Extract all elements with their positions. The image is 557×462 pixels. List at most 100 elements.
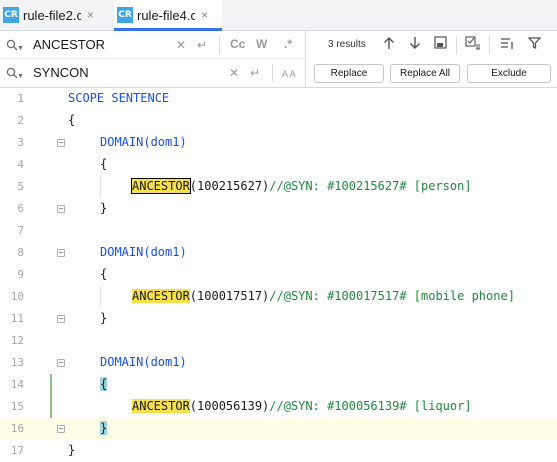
tab-rule-file4[interactable]: CR rule-file4.cr × — [114, 0, 222, 31]
code-editor[interactable]: 1 SCOPE SENTENCE 2 { 3 DOMAIN(dom1) 4 { … — [0, 88, 557, 461]
replace-history-icon[interactable]: ▼ — [6, 65, 24, 81]
line-code: { — [100, 157, 108, 171]
line-number: 14 — [10, 378, 24, 391]
code-line[interactable]: 10 ANCESTOR(100017517)//@SYN: #100017517… — [0, 286, 557, 308]
filter-options-icon[interactable] — [500, 36, 514, 53]
line-code: { — [100, 377, 108, 391]
code-args: (100056139) — [189, 399, 270, 413]
clear-icon[interactable]: ✕ — [229, 65, 239, 81]
close-icon[interactable]: × — [87, 8, 94, 22]
code-line[interactable]: 7 — [0, 220, 557, 242]
replace-all-button[interactable]: Replace All — [390, 64, 460, 83]
code-comment: //@SYN: #100056139# [liquor] — [269, 399, 472, 413]
code-line[interactable]: 5 ANCESTOR(100215627)//@SYN: #100215627#… — [0, 176, 557, 198]
matched-brace: { — [100, 377, 108, 391]
search-match: ANCESTOR — [131, 178, 191, 194]
divider — [489, 36, 490, 54]
clear-icon[interactable]: ✕ — [176, 37, 186, 53]
close-icon[interactable]: × — [201, 8, 208, 22]
line-number: 13 — [10, 356, 24, 369]
search-history-icon[interactable]: ▼ — [6, 37, 24, 53]
line-code: } — [100, 311, 108, 325]
line-code: DOMAIN(dom1) — [100, 135, 187, 149]
line-number: 1 — [17, 92, 24, 105]
divider — [456, 36, 457, 54]
previous-occurrence-icon[interactable] — [383, 36, 395, 53]
matched-brace: } — [100, 421, 108, 435]
code-line[interactable]: 6 } — [0, 198, 557, 220]
tab-label: rule-file2.cr — [23, 7, 81, 23]
editor-tab-bar: CR rule-file2.cr × CR rule-file4.cr × — [0, 0, 557, 31]
select-all-occurrences-icon[interactable] — [434, 36, 447, 52]
regex-option[interactable]: .* — [284, 36, 292, 52]
line-number: 7 — [17, 224, 24, 237]
results-count: 3 results — [328, 39, 366, 50]
line-number: 4 — [17, 158, 24, 171]
cr-file-icon: CR — [117, 7, 133, 23]
code-line[interactable]: 12 — [0, 330, 557, 352]
fold-icon[interactable] — [56, 138, 65, 147]
new-line-icon[interactable]: ↵ — [197, 37, 207, 53]
search-match: ANCESTOR — [132, 399, 190, 413]
fold-icon[interactable] — [56, 248, 65, 257]
line-number: 2 — [17, 114, 24, 127]
match-case-option[interactable]: Cc — [230, 36, 245, 52]
line-code: DOMAIN(dom1) — [100, 245, 187, 259]
code-comment: //@SYN: #100215627# [person] — [269, 179, 472, 193]
line-number: 6 — [17, 202, 24, 215]
line-code: ANCESTOR(100056139)//@SYN: #100056139# [… — [132, 399, 472, 413]
fold-icon[interactable] — [56, 204, 65, 213]
line-code: ANCESTOR(100017517)//@SYN: #100017517# [… — [132, 289, 515, 303]
preserve-case-option[interactable]: A A — [282, 66, 296, 82]
search-match: ANCESTOR — [132, 289, 190, 303]
filter-search-icon[interactable] — [465, 36, 483, 53]
line-number: 5 — [17, 180, 24, 193]
divider — [219, 36, 220, 54]
code-args: (100215627) — [189, 179, 270, 193]
cr-file-icon: CR — [3, 7, 19, 23]
exclude-button[interactable]: Exclude — [467, 64, 551, 83]
line-code: ANCESTOR(100215627)//@SYN: #100215627# [… — [131, 178, 472, 194]
line-number: 17 — [10, 444, 24, 457]
code-line[interactable]: 9 { — [0, 264, 557, 286]
line-number: 9 — [17, 268, 24, 281]
code-line[interactable]: 4 { — [0, 154, 557, 176]
filter-icon[interactable] — [527, 36, 542, 53]
find-input[interactable]: ANCESTOR — [33, 37, 105, 52]
fold-icon[interactable] — [56, 314, 65, 323]
code-line[interactable]: 11 } — [0, 308, 557, 330]
code-line[interactable]: 13 DOMAIN(dom1) — [0, 352, 557, 374]
line-number: 3 — [17, 136, 24, 149]
line-code: DOMAIN(dom1) — [100, 355, 187, 369]
line-number: 11 — [10, 312, 24, 325]
replace-input[interactable]: SYNCON — [33, 65, 89, 80]
fold-icon[interactable] — [56, 424, 65, 433]
line-code: SCOPE SENTENCE — [68, 91, 170, 105]
line-code: } — [68, 443, 76, 457]
tab-rule-file2[interactable]: CR rule-file2.cr × — [0, 0, 112, 30]
code-line[interactable]: 1 SCOPE SENTENCE — [0, 88, 557, 110]
line-code: } — [100, 201, 108, 215]
code-line[interactable]: 15 ANCESTOR(100056139)//@SYN: #100056139… — [0, 396, 557, 418]
replace-button[interactable]: Replace — [314, 64, 384, 83]
fold-icon[interactable] — [56, 358, 65, 367]
replace-field[interactable]: ▼ SYNCON ✕ ↵ A A — [0, 59, 306, 87]
line-number: 8 — [17, 246, 24, 259]
next-occurrence-icon[interactable] — [409, 36, 421, 53]
code-line[interactable]: 2 { — [0, 110, 557, 132]
new-line-icon[interactable]: ↵ — [250, 65, 260, 81]
line-number: 10 — [10, 290, 24, 303]
code-line[interactable]: 3 DOMAIN(dom1) — [0, 132, 557, 154]
whole-words-option[interactable]: W — [256, 36, 267, 52]
line-number: 15 — [10, 400, 24, 413]
code-comment: //@SYN: #100017517# [mobile phone] — [269, 289, 515, 303]
code-line[interactable]: 17 } — [0, 440, 557, 462]
code-line-current[interactable]: 16 } — [0, 418, 557, 440]
line-code: { — [68, 113, 76, 127]
code-line[interactable]: 14 { — [0, 374, 557, 396]
code-line[interactable]: 8 DOMAIN(dom1) — [0, 242, 557, 264]
code-args: (100017517) — [189, 289, 270, 303]
line-number: 16 — [10, 422, 24, 435]
tab-label: rule-file4.cr — [137, 7, 195, 23]
find-field[interactable]: ▼ ANCESTOR ✕ ↵ Cc W .* — [0, 31, 306, 59]
